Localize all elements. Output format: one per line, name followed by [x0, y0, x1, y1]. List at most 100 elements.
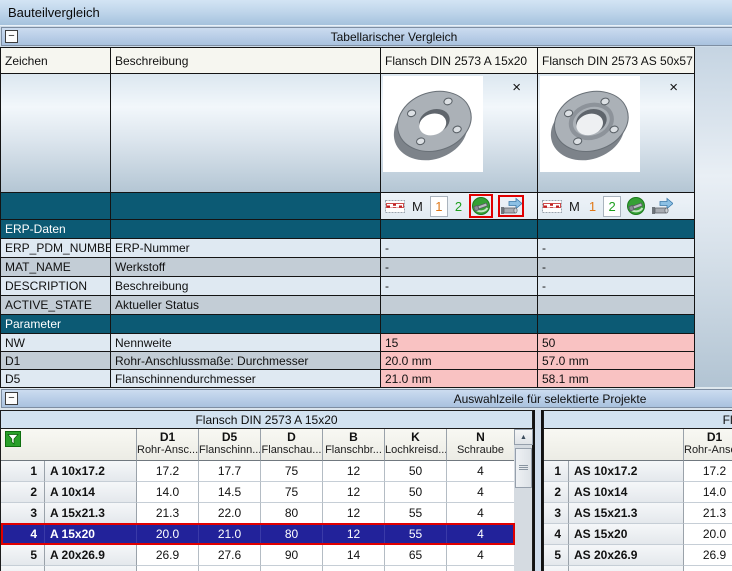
row-name: A 10x14 [45, 482, 137, 503]
toolbar-part-a: M 1 2 [381, 193, 538, 220]
column-header-b[interactable]: B Flanschbr... [323, 429, 385, 461]
attr-desc: Beschreibung [111, 277, 381, 296]
scroll-up-button[interactable]: ▲ [514, 429, 533, 445]
measure-m-button[interactable]: M [567, 199, 582, 214]
row-number: 5 [544, 545, 569, 566]
param-key: NW [1, 334, 111, 352]
export-part-icon[interactable] [500, 197, 522, 215]
right-grid-header: D1 Rohr-Ansc... [543, 429, 732, 461]
view-2-button[interactable]: 2 [453, 199, 464, 214]
update-part-icon[interactable] [626, 196, 646, 216]
table-row[interactable]: 6 A 20x25 25.0 26.0 90 14 65 4 [0, 566, 534, 571]
table-row: ACTIVE_STATE Aktueller Status [1, 296, 695, 315]
dimension-table-icon[interactable] [385, 199, 405, 214]
erp-section-title: ERP-Daten [1, 220, 111, 239]
cell-n: 4 [447, 482, 515, 503]
row-name: AS 10x17.2 [569, 461, 684, 482]
cell-d5: 14.5 [199, 482, 261, 503]
column-header-d1[interactable]: D1 Rohr-Ansc... [137, 429, 199, 461]
attr-value-b: - [538, 277, 695, 296]
update-part-icon[interactable] [471, 196, 491, 216]
right-grid-title: Flansch DIN 2573 AS 50x57 [543, 410, 732, 429]
attr-value-b: - [538, 239, 695, 258]
compare-panel-header: − Tabellarischer Vergleich [1, 27, 732, 46]
cell-b: 12 [323, 461, 385, 482]
cell-d5: 17.7 [199, 461, 261, 482]
table-row[interactable]: 5 A 20x26.9 26.9 27.6 90 14 65 4 [0, 545, 534, 566]
table-row[interactable]: 2 A 10x14 14.0 14.5 75 12 50 4 [0, 482, 534, 503]
row-number: 4 [544, 524, 569, 545]
attr-value-a: - [381, 258, 538, 277]
param-value-a: 20.0 mm [381, 352, 538, 370]
preview-empty-zeichen [1, 74, 111, 193]
preview-row: × × [1, 74, 695, 193]
cell-n: 4 [447, 461, 515, 482]
left-project-grid: Flansch DIN 2573 A 15x20 D1 Rohr-Ansc...… [0, 410, 534, 571]
column-header-n[interactable]: N Schraube [447, 429, 515, 461]
flange-a-image [383, 76, 483, 172]
column-header-d5[interactable]: D5 Flanschinn... [199, 429, 261, 461]
row-name: A 20x26.9 [45, 545, 137, 566]
table-row[interactable]: 3 AS 15x21.3 21.3 [543, 503, 732, 524]
cell-k: 50 [385, 482, 447, 503]
row-name: AS 20x25 [569, 566, 684, 571]
preview-cell-part-b: × [538, 74, 695, 193]
column-header-d1[interactable]: D1 Rohr-Ansc... [684, 429, 732, 461]
window-titlebar: Bauteilvergleich [0, 0, 732, 26]
export-part-icon[interactable] [651, 197, 673, 215]
export-part-highlight [498, 195, 524, 217]
cell-b: 12 [323, 524, 385, 545]
table-row[interactable]: 1 AS 10x17.2 17.2 [543, 461, 732, 482]
compare-panel-title: Tabellarischer Vergleich [2, 30, 732, 44]
comparison-header-row: Zeichen Beschreibung Flansch DIN 2573 A … [1, 48, 695, 74]
dimension-table-icon[interactable] [542, 199, 562, 214]
row-number: 3 [544, 503, 569, 524]
table-row: D5 Flanschinnendurchmesser 21.0 mm 58.1 … [1, 370, 695, 388]
param-value-b: 58.1 mm [538, 370, 695, 388]
cell-d1: 26.9 [684, 545, 732, 566]
reload-geometry-highlight [469, 194, 493, 218]
filter-icon[interactable] [4, 431, 21, 448]
measure-m-button[interactable]: M [410, 199, 425, 214]
cell-d: 75 [261, 461, 323, 482]
cell-b: 12 [323, 503, 385, 524]
table-row[interactable]: 6 AS 20x25 25.0 [543, 566, 732, 571]
scrollbar-thumb[interactable] [515, 448, 532, 488]
cell-d: 75 [261, 482, 323, 503]
table-row[interactable]: 2 AS 10x14 14.0 [543, 482, 732, 503]
table-row: DESCRIPTION Beschreibung - - [1, 277, 695, 296]
param-desc: Flanschinnendurchmesser [111, 370, 381, 388]
preview-empty-beschreibung [111, 74, 381, 193]
cell-n: 4 [447, 503, 515, 524]
attr-value-b: - [538, 258, 695, 277]
attr-key: ACTIVE_STATE [1, 296, 111, 315]
attr-desc: ERP-Nummer [111, 239, 381, 258]
column-header-k[interactable]: K Lochkreisd... [385, 429, 447, 461]
row-number: 4 [1, 524, 45, 545]
view-2-button[interactable]: 2 [603, 196, 621, 217]
attr-value-a: - [381, 239, 538, 258]
row-name: A 15x21.3 [45, 503, 137, 524]
param-key: D5 [1, 370, 111, 388]
row-header-cell [1, 429, 137, 461]
grid-splitter[interactable] [533, 410, 543, 571]
close-part-a-icon[interactable]: × [512, 80, 521, 95]
cell-d: 90 [261, 566, 323, 571]
view-1-button[interactable]: 1 [587, 199, 598, 214]
row-header-cell [544, 429, 684, 461]
table-row[interactable]: 4 AS 15x20 20.0 [543, 524, 732, 545]
table-row[interactable]: 3 A 15x21.3 21.3 22.0 80 12 55 4 [0, 503, 534, 524]
cell-d1: 17.2 [137, 461, 199, 482]
view-1-button[interactable]: 1 [430, 196, 448, 217]
param-value-a: 15 [381, 334, 538, 352]
close-part-b-icon[interactable]: × [669, 80, 678, 95]
table-row-selected[interactable]: 4 A 15x20 20.0 21.0 80 12 55 4 [0, 524, 534, 545]
table-row[interactable]: 1 A 10x17.2 17.2 17.7 75 12 50 4 [0, 461, 534, 482]
column-header-d[interactable]: D Flanschau... [261, 429, 323, 461]
cell-d1: 17.2 [684, 461, 732, 482]
table-row[interactable]: 5 AS 20x26.9 26.9 [543, 545, 732, 566]
left-grid-scrollbar[interactable]: ▲ [514, 429, 533, 571]
cell-k: 55 [385, 503, 447, 524]
cell-d5: 22.0 [199, 503, 261, 524]
param-value-b: 57.0 mm [538, 352, 695, 370]
